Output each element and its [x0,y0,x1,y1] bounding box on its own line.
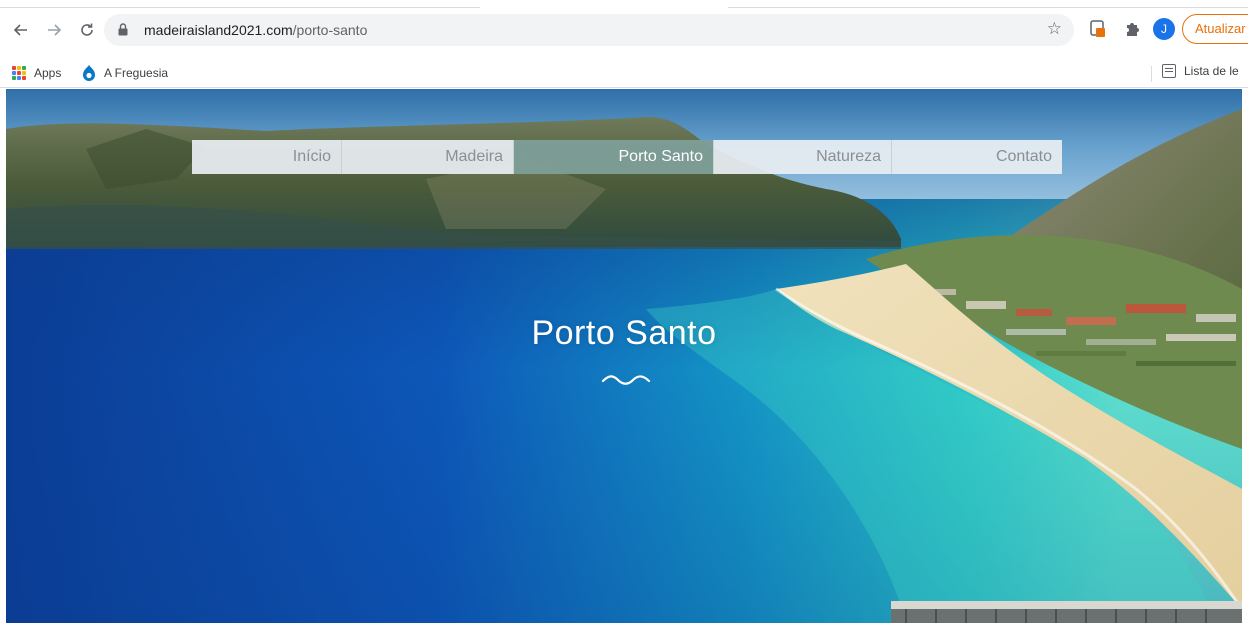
url-path: /porto-santo [292,22,368,38]
extension-icon[interactable] [1090,20,1106,38]
browser-toolbar: madeiraisland2021.com/porto-santo ☆ J At… [0,0,1248,58]
nav-item-contato[interactable]: Contato [892,140,1062,174]
reading-list-icon [1162,64,1176,78]
nav-item-madeira[interactable]: Madeira [342,140,514,174]
update-button[interactable]: Atualizar [1182,14,1248,44]
url-host: madeiraisland2021.com [144,22,293,38]
bookmark-apps[interactable]: Apps [12,64,61,82]
bookmark-label: A Freguesia [104,66,169,80]
back-arrow-icon[interactable] [10,19,32,41]
page-viewport: Início Madeira Porto Santo Natureza Cont… [6,89,1242,623]
url-text[interactable]: madeiraisland2021.com/porto-santo [144,22,367,38]
forward-arrow-icon[interactable] [43,19,65,41]
puzzle-icon[interactable] [1124,20,1140,38]
bookmarks-bar: Apps A Freguesia Lista de le [0,58,1248,88]
bookmark-a-freguesia[interactable]: A Freguesia [82,64,168,82]
reading-list-label: Lista de le [1184,64,1239,78]
bookmark-label: Apps [34,66,62,80]
reading-list-button[interactable]: Lista de le [1162,64,1239,78]
reload-icon[interactable] [76,19,98,41]
hero-title: Porto Santo [531,314,717,352]
nav-item-porto-santo[interactable]: Porto Santo [514,140,714,174]
nav-item-natureza[interactable]: Natureza [714,140,892,174]
wave-divider-icon [601,375,651,385]
profile-avatar[interactable]: J [1153,18,1175,40]
drupal-drop-icon [83,65,95,81]
apps-grid-icon [12,66,26,80]
nav-item-inicio[interactable]: Início [192,140,342,174]
tab-strip-edge [0,0,1248,8]
address-bar[interactable]: madeiraisland2021.com/porto-santo ☆ [104,14,1074,46]
star-icon[interactable]: ☆ [1047,19,1062,39]
bookmarks-divider [1151,66,1152,82]
lock-icon[interactable] [118,23,128,36]
site-navigation: Início Madeira Porto Santo Natureza Cont… [192,140,1062,174]
